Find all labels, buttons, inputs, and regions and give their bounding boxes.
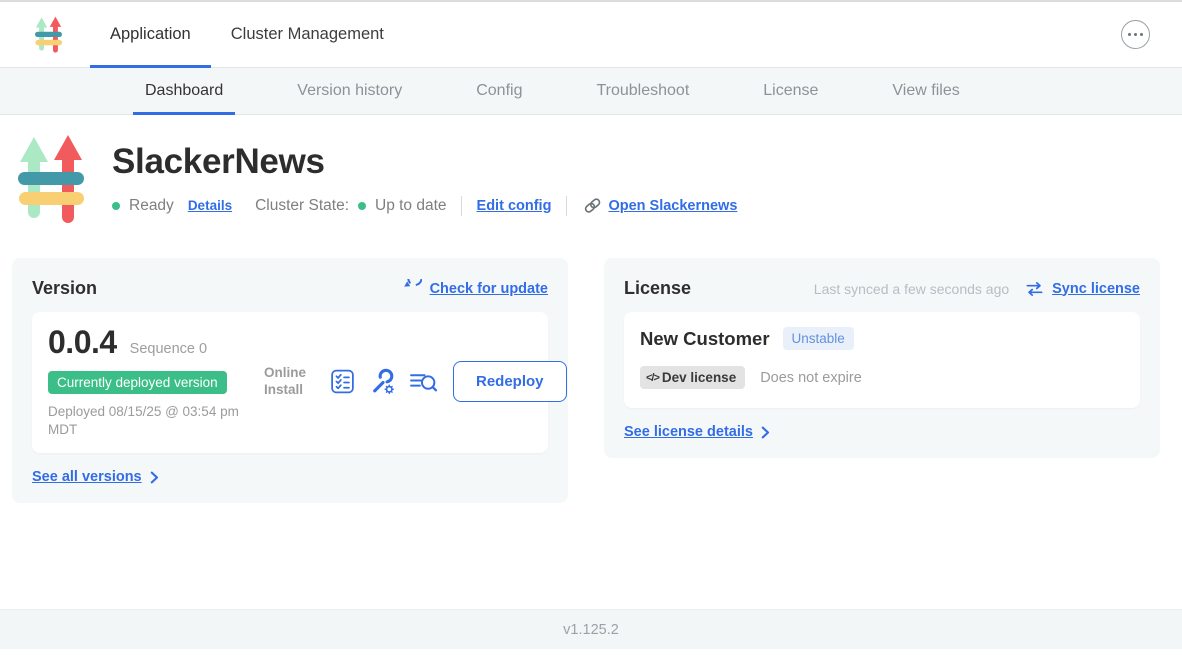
app-status-text: Ready xyxy=(129,197,174,215)
tab-license[interactable]: License xyxy=(741,68,840,114)
top-nav: Application Cluster Management xyxy=(0,0,1182,68)
console-version: v1.125.2 xyxy=(563,622,619,638)
version-card: Version Check for update 0.0.4 Sequence … xyxy=(12,258,568,503)
sync-arrows-icon xyxy=(1025,281,1044,297)
current-version-panel: 0.0.4 Sequence 0 Currently deployed vers… xyxy=(32,312,548,453)
top-nav-tabs: Application Cluster Management xyxy=(90,2,404,67)
tab-version-history[interactable]: Version history xyxy=(275,68,424,114)
cluster-state-dot xyxy=(358,202,366,210)
app-header: SlackerNews Ready Details Cluster State:… xyxy=(0,115,1182,225)
top-tab-cluster-management[interactable]: Cluster Management xyxy=(211,2,404,67)
footer: v1.125.2 xyxy=(0,609,1182,649)
slackernews-logo-large xyxy=(18,135,84,225)
sequence-label: Sequence 0 xyxy=(130,341,207,357)
deployed-status-badge: Currently deployed version xyxy=(48,371,227,394)
chevron-right-icon xyxy=(761,426,770,439)
tab-dashboard[interactable]: Dashboard xyxy=(123,68,245,114)
see-all-versions-link[interactable]: See all versions xyxy=(32,469,548,485)
license-card: License Last synced a few seconds ago Sy… xyxy=(604,258,1160,458)
license-details-panel: New Customer Unstable </> Dev license Do… xyxy=(624,312,1140,408)
edit-config-link[interactable]: Edit config xyxy=(477,198,552,214)
version-number: 0.0.4 xyxy=(48,324,117,361)
slackernews-logo-icon xyxy=(35,16,62,54)
license-card-title: License xyxy=(624,278,691,299)
tab-config[interactable]: Config xyxy=(454,68,544,114)
link-chain-icon xyxy=(582,195,603,216)
license-type-badge: </> Dev license xyxy=(640,366,745,389)
see-license-details-link[interactable]: See license details xyxy=(624,424,1140,440)
cluster-state-value: Up to date xyxy=(375,197,447,215)
tab-troubleshoot[interactable]: Troubleshoot xyxy=(574,68,711,114)
code-icon: </> xyxy=(646,372,659,384)
last-synced-text: Last synced a few seconds ago xyxy=(814,281,1009,297)
preflight-checks-button[interactable] xyxy=(329,368,356,395)
install-type-label: Online Install xyxy=(264,365,316,399)
sync-license-link[interactable]: Sync license xyxy=(1025,281,1140,297)
divider xyxy=(566,196,567,216)
page-title: SlackerNews xyxy=(112,142,737,182)
open-app-link[interactable]: Open Slackernews xyxy=(582,195,737,216)
redeploy-button[interactable]: Redeploy xyxy=(453,361,567,402)
logs-search-icon xyxy=(409,369,438,394)
wrench-gear-icon xyxy=(369,368,396,395)
top-tab-application[interactable]: Application xyxy=(90,2,211,67)
license-expiration: Does not expire xyxy=(760,370,862,386)
cluster-state-label: Cluster State: xyxy=(255,197,349,215)
customer-name: New Customer xyxy=(640,328,770,350)
deployed-timestamp: Deployed 08/15/25 @ 03:54 pm MDT xyxy=(48,403,258,439)
configure-button[interactable] xyxy=(369,368,396,395)
tab-view-files[interactable]: View files xyxy=(870,68,981,114)
app-status-dot xyxy=(112,202,120,210)
check-for-update-link[interactable]: Check for update xyxy=(402,279,548,299)
preflight-checklist-icon xyxy=(329,368,356,395)
channel-badge: Unstable xyxy=(783,327,854,350)
app-logo-small xyxy=(35,2,62,67)
overflow-menu-button[interactable] xyxy=(1121,20,1150,49)
ellipsis-icon xyxy=(1128,33,1131,36)
view-logs-button[interactable] xyxy=(409,369,438,394)
version-card-title: Version xyxy=(32,278,97,299)
chevron-right-icon xyxy=(150,471,159,484)
app-sub-nav: Dashboard Version history Config Trouble… xyxy=(0,68,1182,115)
status-details-link[interactable]: Details xyxy=(188,198,232,213)
divider xyxy=(461,196,462,216)
refresh-icon xyxy=(402,279,422,299)
